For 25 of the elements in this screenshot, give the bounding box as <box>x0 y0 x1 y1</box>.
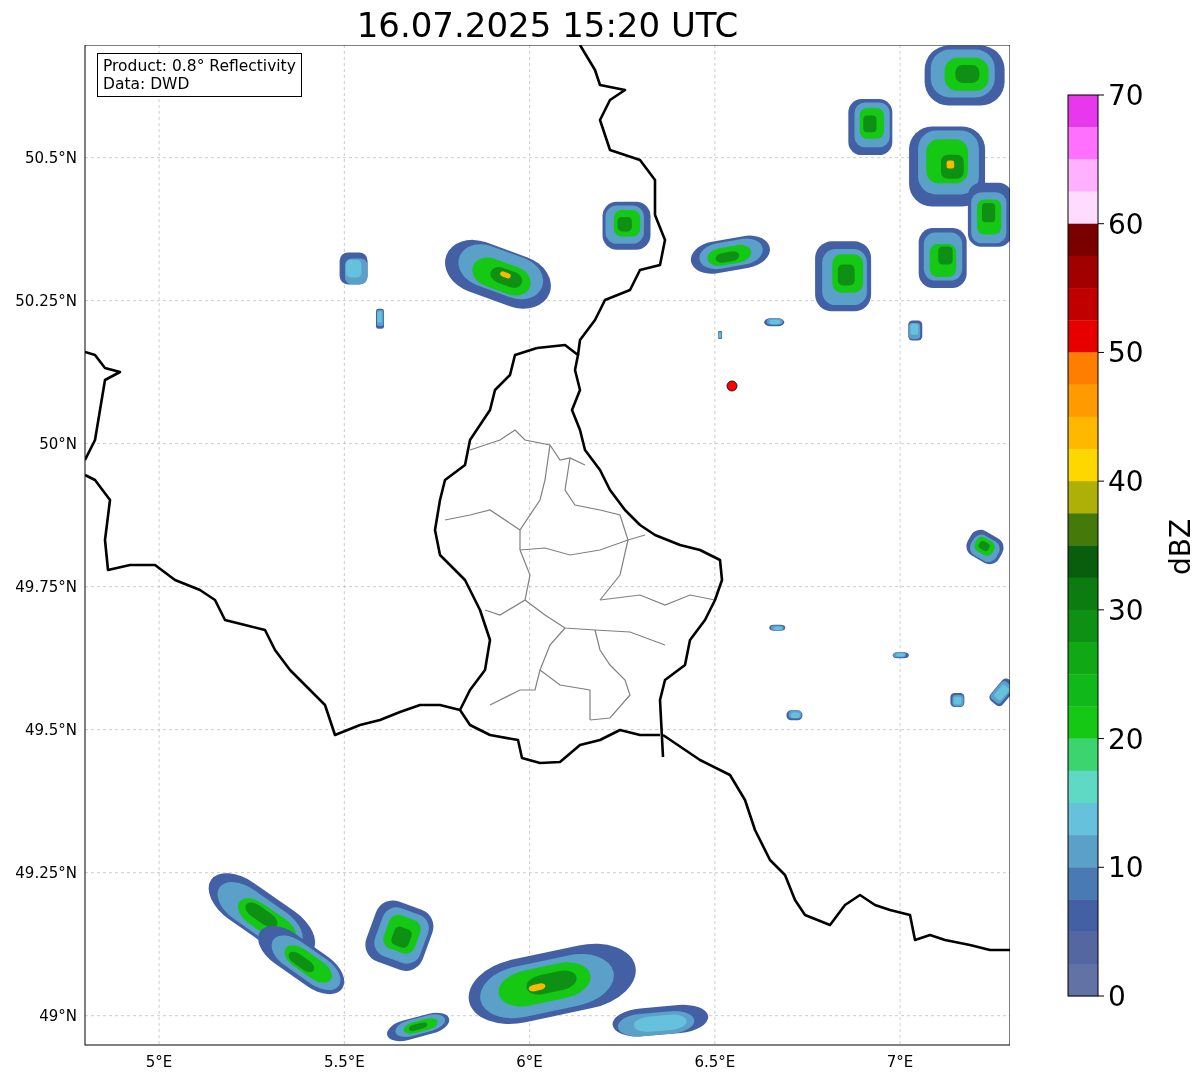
info-text: Product: 0.8° Reflectivity <box>103 57 296 75</box>
x-tick-label: 5.5°E <box>323 1053 365 1071</box>
colorbar-tick-label: 60 <box>1108 207 1144 241</box>
colorbar-tick-label: 10 <box>1108 851 1144 885</box>
x-tick-label: 6.5°E <box>694 1053 736 1071</box>
colorbar-tick-label: 50 <box>1108 336 1144 370</box>
colorbar-tick-label: 20 <box>1108 722 1144 756</box>
y-tick-label: 50.5°N <box>24 148 77 167</box>
y-tick-label: 49.75°N <box>15 577 77 596</box>
colorbar-tick-label: 40 <box>1108 465 1144 499</box>
colorbar-tick-label: 70 <box>1108 79 1144 112</box>
chart-title: 16.07.2025 15:20 UTC <box>355 4 740 45</box>
x-tick-label: 7°E <box>886 1053 914 1071</box>
x-tick-label: 5°E <box>145 1053 173 1071</box>
x-tick-label: 6°E <box>516 1053 543 1071</box>
y-tick-label: 49.5°N <box>24 720 77 739</box>
y-tick-label: 49.25°N <box>15 863 77 882</box>
info-text: Data: DWD <box>103 75 191 93</box>
y-tick-label: 50.25°N <box>15 291 77 310</box>
colorbar-tick-label: 0 <box>1108 980 1126 1013</box>
y-tick-label: 49°N <box>39 1006 77 1025</box>
colorbar-tick-label: 30 <box>1108 593 1144 627</box>
radar-site-marker <box>726 380 738 392</box>
colorbar-label: dBZ <box>1164 518 1197 576</box>
y-tick-label: 50°N <box>39 434 77 453</box>
